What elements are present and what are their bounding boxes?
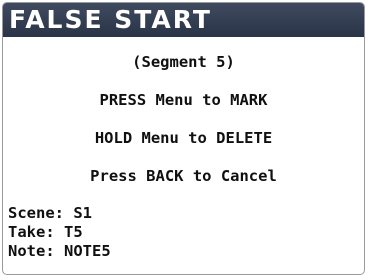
take-value: Take: T5 — [8, 223, 83, 241]
false-start-dialog: FALSE START (Segment 5) PRESS Menu to MA… — [2, 2, 365, 275]
segment-label: (Segment 5) — [132, 53, 235, 71]
instruction-delete: HOLD Menu to DELETE — [94, 129, 273, 147]
dialog-content: (Segment 5) PRESS Menu to MARK HOLD Menu… — [3, 53, 364, 261]
instruction-mark: PRESS Menu to MARK — [99, 91, 268, 109]
instruction-cancel: Press BACK to Cancel — [90, 167, 277, 185]
dialog-title: FALSE START — [3, 3, 364, 37]
scene-value: Scene: S1 — [8, 204, 92, 222]
take-metadata: Scene: S1 Take: T5 Note: NOTE5 — [3, 204, 364, 261]
note-value: Note: NOTE5 — [8, 242, 111, 260]
